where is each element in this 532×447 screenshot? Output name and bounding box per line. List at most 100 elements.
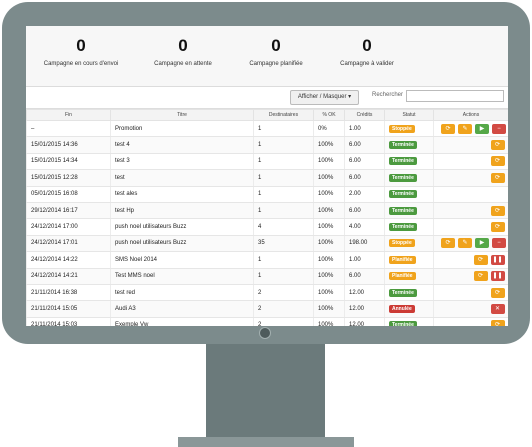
cell-destinataires: 1 [253, 136, 314, 154]
retry-icon[interactable]: ⟳ [490, 172, 505, 183]
column-header-destinataires[interactable]: Destinataires [253, 109, 314, 121]
cell-titre: test 4 [110, 136, 254, 154]
column-header-titre[interactable]: Titre [110, 109, 254, 121]
cell-destinataires: 1 [253, 169, 314, 187]
status-badge: Terminée [389, 288, 417, 297]
cell-titre: Audi A3 [110, 300, 254, 318]
cell-ok: 100% [313, 218, 345, 236]
cell-ok: 100% [313, 169, 345, 187]
stat-a-valider: 0 Campagne à valider [312, 36, 422, 67]
cell-fin: 21/11/2014 15:03 [26, 317, 111, 326]
cell-statut: Terminée [384, 202, 434, 220]
cell-credits: 12.00 [344, 300, 385, 318]
column-toggle-button[interactable]: Afficher / Masquer ▾ [290, 90, 359, 105]
table-row: 05/01/2015 16:08 test ales 1 100% 2.00 Termin… [26, 186, 508, 203]
pause-icon[interactable]: ❚❚ [490, 271, 505, 282]
play-icon[interactable]: ▶ [475, 238, 489, 249]
cell-actions: ⟳ ✎ ▶ − [433, 120, 508, 138]
cell-titre: Promotion [110, 120, 254, 138]
table-row: – Promotion 1 0% 1.00 Stoppée ⟳ ✎ ▶ − [26, 120, 508, 138]
table-toolbar: Afficher / Masquer ▾ Rechercher [26, 87, 508, 109]
cell-titre: test [110, 169, 254, 187]
cell-statut: Terminée [384, 169, 434, 187]
cell-statut: Stoppée [384, 235, 434, 253]
table-row: 21/11/2014 15:03 Exemple Vw 2 100% 12.00 Term… [26, 317, 508, 326]
stats-panel: 0 Campagne en cours d'envoi 0 Campagne e… [26, 26, 508, 87]
monitor-stand [206, 344, 325, 439]
cell-ok: 100% [313, 136, 345, 154]
delete-icon[interactable]: ✕ [490, 303, 505, 314]
edit-icon[interactable]: ✎ [458, 123, 472, 134]
play-icon[interactable]: ▶ [475, 123, 489, 134]
cell-fin: 21/11/2014 15:05 [26, 300, 111, 318]
cell-actions: ⟳ ❚❚ [433, 268, 508, 285]
column-header-statut[interactable]: Statut [384, 109, 434, 121]
cell-ok: 100% [313, 153, 345, 171]
search-input[interactable] [406, 90, 504, 102]
search-label: Rechercher [372, 92, 404, 98]
stop-icon[interactable]: − [492, 123, 506, 134]
table-row: 29/12/2014 16:17 test Hp 1 100% 6.00 Terminée… [26, 202, 508, 220]
column-header-actions: Actions [433, 109, 508, 121]
cell-actions: ⟳ [433, 317, 508, 326]
retry-icon[interactable]: ⟳ [441, 123, 455, 134]
retry-icon[interactable]: ⟳ [490, 205, 505, 216]
retry-icon[interactable]: ⟳ [441, 238, 455, 249]
cell-titre: test Hp [110, 202, 254, 220]
cell-ok: 100% [313, 284, 345, 302]
cell-actions [433, 186, 508, 203]
cell-destinataires: 1 [253, 153, 314, 171]
cell-fin: 15/01/2015 12:28 [26, 169, 111, 187]
cell-credits: 12.00 [344, 317, 385, 326]
table-row: 24/12/2014 14:21 Test MMS noel 1 100% 6.00 Pl… [26, 268, 508, 285]
cell-destinataires: 2 [253, 317, 314, 326]
cell-credits: 6.00 [344, 169, 385, 187]
status-badge: Terminée [389, 157, 417, 166]
cell-ok: 100% [313, 202, 345, 220]
cell-titre: push noel utilisateurs Buzz [110, 235, 254, 253]
cell-destinataires: 1 [253, 120, 314, 138]
stop-icon[interactable]: − [492, 238, 506, 249]
monitor-base [178, 437, 354, 447]
cell-ok: 100% [313, 251, 345, 269]
cell-credits: 4.00 [344, 218, 385, 236]
retry-icon[interactable]: ⟳ [490, 156, 505, 167]
table-row: 21/11/2014 15:05 Audi A3 2 100% 12.00 Annulée… [26, 300, 508, 318]
retry-icon[interactable]: ⟳ [490, 222, 505, 233]
column-header-fin[interactable]: Fin [26, 109, 111, 121]
column-header-credits[interactable]: Crédits [344, 109, 385, 121]
cell-destinataires: 4 [253, 218, 314, 236]
retry-icon[interactable]: ⟳ [490, 287, 505, 298]
table-header: Fin Titre Destinataires % OK Crédits Sta… [26, 109, 508, 121]
screen: 0 Campagne en cours d'envoi 0 Campagne e… [26, 26, 508, 326]
retry-icon[interactable]: ⟳ [490, 140, 505, 151]
cell-ok: 100% [313, 300, 345, 318]
cell-actions: ✕ [433, 300, 508, 318]
cell-destinataires: 2 [253, 300, 314, 318]
table-row: 24/12/2014 17:00 push noel utilisateurs B… [26, 218, 508, 236]
cell-actions: ⟳ ✎ ▶ − [433, 235, 508, 253]
column-header-ok[interactable]: % OK [313, 109, 345, 121]
table-row: 15/01/2015 14:36 test 4 1 100% 6.00 Terminée ⟳ [26, 136, 508, 154]
cell-fin: 15/01/2015 14:34 [26, 153, 111, 171]
status-badge: Terminée [389, 206, 417, 215]
cell-titre: Exemple Vw [110, 317, 254, 326]
cell-ok: 100% [313, 235, 345, 253]
cell-credits: 1.00 [344, 251, 385, 269]
pause-icon[interactable]: ❚❚ [490, 254, 505, 265]
retry-icon[interactable]: ⟳ [490, 320, 505, 326]
edit-icon[interactable]: ✎ [458, 238, 472, 249]
status-badge: Terminée [389, 321, 417, 326]
cell-ok: 100% [313, 186, 345, 203]
cell-actions: ⟳ [433, 202, 508, 220]
stat-value: 0 [362, 36, 372, 55]
cell-credits: 12.00 [344, 284, 385, 302]
table-row: 15/01/2015 12:28 test 1 100% 6.00 Terminée ⟳ [26, 169, 508, 187]
cell-fin: 24/12/2014 14:22 [26, 251, 111, 269]
cell-destinataires: 1 [253, 268, 314, 285]
cell-credits: 2.00 [344, 186, 385, 203]
status-badge: Planifiée [389, 255, 416, 264]
retry-icon[interactable]: ⟳ [473, 254, 488, 265]
cell-fin: 21/11/2014 16:38 [26, 284, 111, 302]
retry-icon[interactable]: ⟳ [473, 271, 488, 282]
